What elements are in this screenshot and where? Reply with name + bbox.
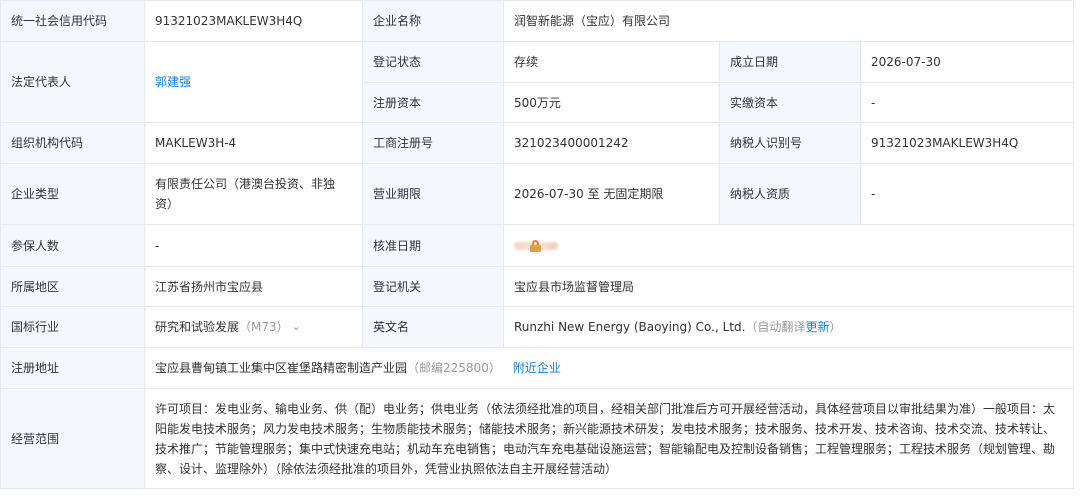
reg-capital-label: 注册资本 — [363, 83, 504, 123]
industry-label: 国标行业 — [1, 307, 145, 348]
industry-value: 研究和试验发展 — [155, 320, 240, 334]
approval-date-locked[interactable] — [514, 239, 558, 252]
update-translation-link[interactable]: 更新 — [805, 317, 829, 337]
auto-translate-suffix: ） — [829, 320, 842, 334]
est-date-label: 成立日期 — [720, 42, 861, 83]
english-name-label: 英文名 — [363, 307, 504, 348]
address-value: 宝应县曹甸镇工业集中区崔堡路精密制造产业园 — [155, 361, 408, 375]
taxpayer-qual-value: - — [861, 164, 1074, 225]
approval-date-label: 核准日期 — [363, 225, 504, 267]
auto-translate-prefix: （自动翻译 — [745, 320, 806, 334]
credit-code-label: 统一社会信用代码 — [1, 1, 145, 42]
est-date-value: 2026-07-30 — [861, 42, 1074, 83]
company-name-label: 企业名称 — [363, 1, 504, 42]
taxpayer-id-value: 91321023MAKLEW3H4Q — [861, 123, 1074, 164]
address-postcode: （邮编225800） — [407, 361, 501, 375]
company-type-value: 有限责任公司（港澳台投资、非独资） — [145, 164, 363, 225]
company-name-value: 润智新能源（宝应）有限公司 — [504, 1, 1074, 42]
insured-value: - — [145, 225, 363, 267]
industry-cell[interactable]: 研究和试验发展 （M73） ⌄ — [145, 307, 363, 348]
reg-status-value: 存续 — [504, 42, 720, 83]
industry-code: （M73） — [239, 320, 289, 334]
nearby-companies-link[interactable]: 附近企业 — [513, 358, 561, 378]
org-code-label: 组织机构代码 — [1, 123, 145, 164]
region-label: 所属地区 — [1, 267, 145, 307]
region-value: 江苏省扬州市宝应县 — [145, 267, 363, 307]
legal-rep-link[interactable]: 郭建强 — [155, 72, 191, 92]
approval-date-cell — [504, 225, 1074, 267]
legal-rep-cell: 郭建强 — [145, 42, 363, 123]
english-name-cell: Runzhi New Energy (Baoying) Co., Ltd. （自动… — [504, 307, 1074, 348]
address-label: 注册地址 — [1, 348, 145, 389]
business-scope-label: 经营范围 — [1, 389, 145, 489]
reg-authority-label: 登记机关 — [363, 267, 504, 307]
paid-capital-value: - — [861, 83, 1074, 123]
biz-reg-no-value: 321023400001242 — [504, 123, 720, 164]
english-name-value: Runzhi New Energy (Baoying) Co., Ltd. — [514, 320, 746, 334]
paid-capital-label: 实缴资本 — [720, 83, 861, 123]
taxpayer-id-label: 纳税人识别号 — [720, 123, 861, 164]
biz-term-label: 营业期限 — [363, 164, 504, 225]
company-type-label: 企业类型 — [1, 164, 145, 225]
insured-label: 参保人数 — [1, 225, 145, 267]
company-info-table: 统一社会信用代码 91321023MAKLEW3H4Q 企业名称 润智新能源（宝… — [0, 0, 1074, 489]
lock-icon — [530, 239, 541, 252]
credit-code-value: 91321023MAKLEW3H4Q — [145, 1, 363, 42]
reg-authority-value: 宝应县市场监督管理局 — [504, 267, 1074, 307]
business-scope-value: 许可项目：发电业务、输电业务、供（配）电业务；供电业务（依法须经批准的项目，经相… — [145, 389, 1074, 489]
address-cell: 宝应县曹甸镇工业集中区崔堡路精密制造产业园 （邮编225800） 附近企业 — [145, 348, 1074, 389]
org-code-value: MAKLEW3H-4 — [145, 123, 363, 164]
reg-capital-value: 500万元 — [504, 83, 720, 123]
biz-reg-no-label: 工商注册号 — [363, 123, 504, 164]
chevron-down-icon[interactable]: ⌄ — [292, 317, 301, 337]
legal-rep-label: 法定代表人 — [1, 42, 145, 123]
taxpayer-qual-label: 纳税人资质 — [720, 164, 861, 225]
biz-term-value: 2026-07-30 至 无固定期限 — [504, 164, 720, 225]
reg-status-label: 登记状态 — [363, 42, 504, 83]
